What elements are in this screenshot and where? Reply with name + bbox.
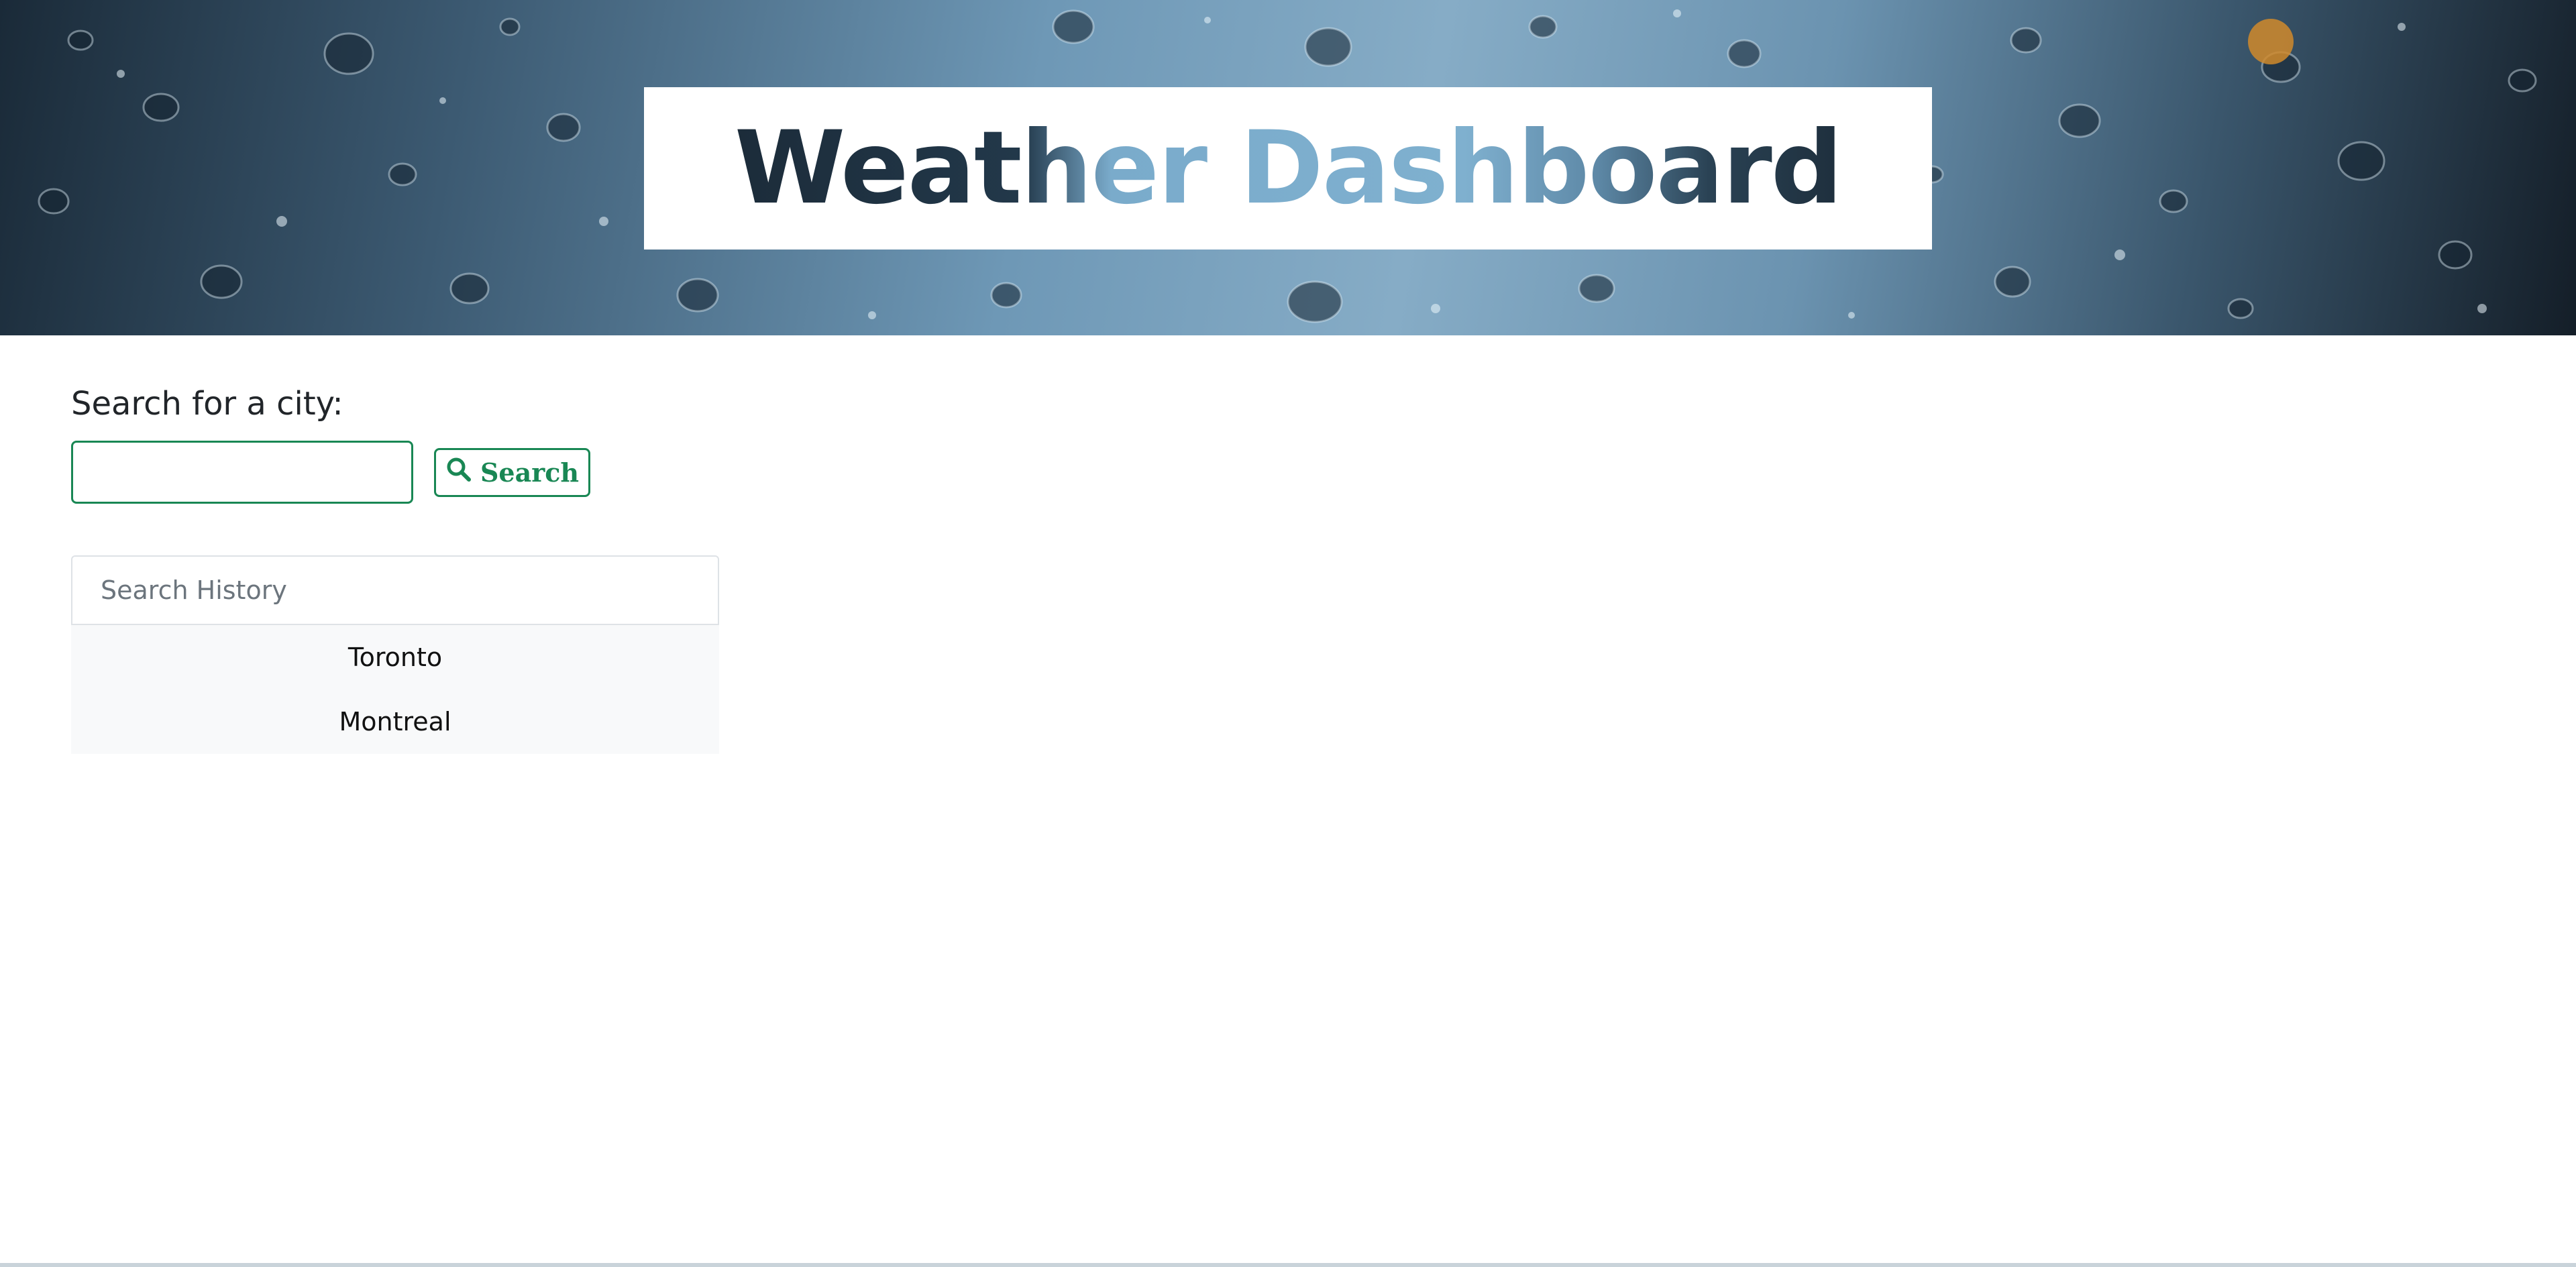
search-button[interactable]: Search	[434, 448, 590, 497]
search-button-label: Search	[480, 457, 580, 488]
title-box: Weather Dashboard	[644, 87, 1932, 250]
header-banner: Weather Dashboard	[0, 0, 2576, 335]
search-history-header: Search History	[71, 555, 719, 625]
history-item-toronto[interactable]: Toronto	[71, 625, 719, 690]
search-label: Search for a city:	[71, 385, 343, 423]
city-search-input[interactable]	[71, 441, 413, 504]
history-item-montreal[interactable]: Montreal	[71, 690, 719, 754]
search-icon	[445, 456, 472, 489]
search-history-list: Toronto Montreal	[71, 625, 719, 754]
page-title: Weather Dashboard	[734, 110, 1843, 227]
bottom-divider	[0, 1263, 2576, 1267]
